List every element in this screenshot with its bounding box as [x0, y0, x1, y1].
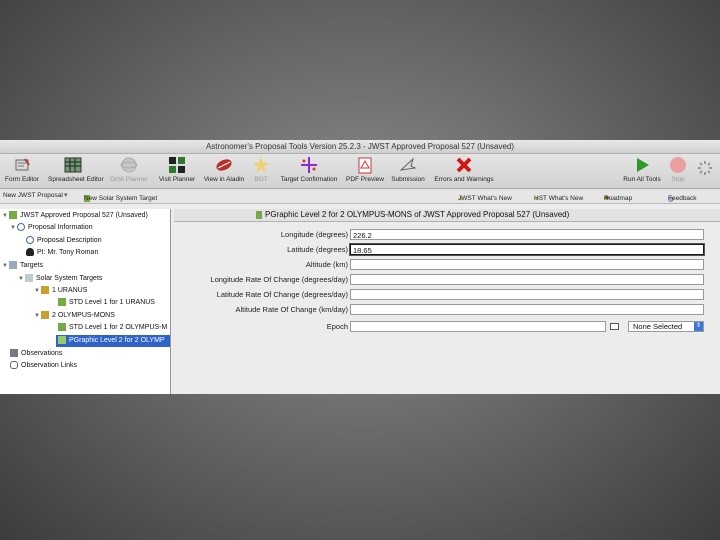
tree-item-std-olympus[interactable]: STD Level 1 for 2 OLYMPUS-M [58, 322, 167, 334]
visit-planner-button[interactable]: Visit Planner [156, 156, 198, 183]
link-icon [10, 361, 18, 370]
spreadsheet-icon [64, 156, 82, 174]
tree-item-pgraphic-olympus[interactable]: PGraphic Level 2 for 2 OLYMP [56, 335, 170, 347]
observations-icon [10, 349, 18, 358]
level-icon [256, 210, 262, 219]
pdf-preview-button[interactable]: PDF Preview [346, 156, 384, 183]
altitude-label: Altitude (km) [305, 260, 348, 269]
visit-planner-icon [168, 156, 186, 174]
epoch-select[interactable]: None Selected ⇕ [628, 321, 704, 332]
expand-arrow-icon[interactable]: ▼ [2, 210, 9, 222]
errors-warnings-button[interactable]: Errors and Warnings [432, 156, 496, 183]
form-heading: PGraphic Level 2 for 2 OLYMPUS-MONS of J… [174, 209, 720, 222]
aladin-icon [215, 156, 233, 174]
description-icon [26, 236, 34, 245]
targets-icon [9, 261, 17, 270]
tree-item-observations[interactable]: Observations [10, 348, 62, 360]
target-icon [41, 311, 49, 320]
altitude-rate-field[interactable] [350, 304, 704, 315]
person-icon [26, 248, 34, 257]
secondary-toolbar: New JWST Proposal ▾ New Solar System Tar… [0, 189, 720, 204]
level-icon [58, 336, 66, 345]
errors-warnings-icon [455, 156, 473, 174]
latitude-rate-label: Latitude Rate Of Change (degrees/day) [216, 290, 348, 299]
expand-arrow-icon[interactable]: ▼ [18, 273, 25, 285]
submission-icon [399, 156, 417, 174]
orbit-planner-button[interactable]: Orbit Planner [108, 156, 150, 183]
window-title: Astronomer's Proposal Tools Version 25.2… [0, 140, 720, 154]
tree-item-pi[interactable]: PI: Mr. Tony Roman [26, 247, 98, 259]
target-confirmation-icon [300, 156, 318, 174]
expand-arrow-icon[interactable]: ▼ [2, 260, 9, 272]
level-icon [58, 298, 66, 307]
calendar-icon[interactable] [610, 323, 619, 330]
folder-icon [25, 274, 33, 283]
epoch-field[interactable] [350, 321, 606, 332]
longitude-field[interactable]: 226.2 [350, 229, 704, 240]
tree-item-proposal-information[interactable]: ▼ Proposal Information [10, 222, 93, 234]
proposal-tree: ▼ JWST Approved Proposal 527 (Unsaved) ▼ P… [0, 209, 171, 394]
select-arrows-icon: ⇕ [694, 322, 703, 331]
view-in-aladin-button[interactable]: View in Aladin [202, 156, 246, 183]
tree-item-olympus-mons[interactable]: ▼ 2 OLYMPUS-MONS [34, 310, 115, 322]
field-row-latitude: Latitude (degrees) 18.65 [174, 243, 720, 256]
target-confirmation-button[interactable]: Target Confirmation [276, 156, 342, 183]
longitude-label: Longitude (degrees) [280, 230, 348, 239]
expand-arrow-icon[interactable]: ▼ [34, 285, 41, 297]
expand-arrow-icon[interactable]: ▼ [34, 310, 41, 322]
spreadsheet-editor-button[interactable]: Spreadsheet Editor [48, 156, 104, 183]
submission-button[interactable]: Submission [388, 156, 428, 183]
pdf-preview-icon [356, 156, 374, 174]
latitude-rate-field[interactable] [350, 289, 704, 300]
tree-item-uranus[interactable]: ▼ 1 URANUS [34, 285, 87, 297]
run-all-tools-button[interactable]: Run All Tools [620, 156, 664, 183]
main-toolbar: Form Editor Spreadsheet Editor Orbit Pla… [0, 154, 720, 189]
tree-item-proposal[interactable]: ▼ JWST Approved Proposal 527 (Unsaved) [2, 210, 148, 222]
form-editor-button[interactable]: Form Editor [4, 156, 40, 183]
epoch-label: Epoch [326, 322, 348, 331]
longitude-rate-label: Longitude Rate Of Change (degrees/day) [210, 275, 348, 284]
bot-icon [252, 156, 270, 174]
tree-item-observation-links[interactable]: Observation Links [10, 360, 77, 372]
field-row-altitude: Altitude (km) [174, 259, 720, 271]
field-row-latitude-rate: Latitude Rate Of Change (degrees/day) [174, 289, 720, 301]
longitude-rate-field[interactable] [350, 274, 704, 285]
target-form-panel: PGraphic Level 2 for 2 OLYMPUS-MONS of J… [174, 209, 720, 394]
info-icon [17, 223, 25, 232]
tree-item-solar-system-targets[interactable]: ▼ Solar System Targets [18, 273, 102, 285]
tree-item-proposal-description[interactable]: Proposal Description [26, 235, 102, 247]
altitude-rate-label: Altitude Rate Of Change (km/day) [235, 305, 348, 314]
field-row-longitude: Longitude (degrees) 226.2 [174, 229, 720, 241]
latitude-label: Latitude (degrees) [287, 245, 348, 254]
target-icon [41, 286, 49, 295]
latitude-field[interactable]: 18.65 [349, 243, 705, 256]
new-proposal-dropdown-icon[interactable]: ▾ [64, 191, 68, 199]
level-icon [58, 323, 66, 332]
run-all-icon [633, 156, 651, 174]
tree-item-targets[interactable]: ▼ Targets [2, 260, 43, 272]
busy-spinner-icon [696, 160, 714, 178]
bot-button[interactable]: BOT [250, 156, 272, 183]
stop-icon [669, 156, 687, 174]
expand-arrow-icon[interactable]: ▼ [10, 222, 17, 234]
orbit-planner-icon [120, 156, 138, 174]
form-editor-icon [13, 156, 31, 174]
field-row-epoch: Epoch None Selected ⇕ [174, 321, 720, 333]
tree-item-std-uranus[interactable]: STD Level 1 for 1 URANUS [58, 297, 155, 309]
app-window: Astronomer's Proposal Tools Version 25.2… [0, 140, 720, 394]
altitude-field[interactable] [350, 259, 704, 270]
new-proposal-button[interactable]: New JWST Proposal [3, 192, 63, 199]
field-row-longitude-rate: Longitude Rate Of Change (degrees/day) [174, 274, 720, 286]
field-row-altitude-rate: Altitude Rate Of Change (km/day) [174, 304, 720, 316]
proposal-icon [9, 211, 17, 220]
stop-button[interactable]: Stop [666, 156, 690, 183]
